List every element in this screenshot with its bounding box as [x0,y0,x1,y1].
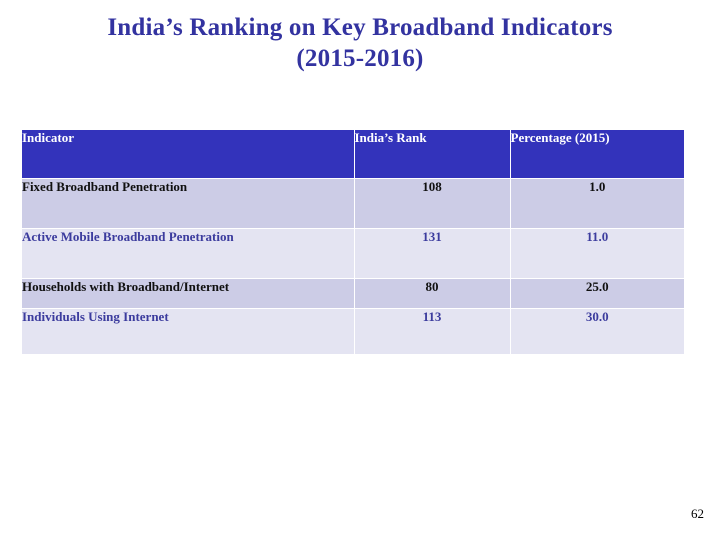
cell-percentage: 25.0 [510,278,684,309]
cell-indicator: Active Mobile Broadband Penetration [22,228,355,279]
table-row: Fixed Broadband Penetration 108 1.0 [22,178,684,229]
table-row: Households with Broadband/Internet 80 25… [22,278,684,309]
cell-percentage: 30.0 [510,308,684,355]
cell-indicator: Households with Broadband/Internet [22,278,355,309]
cell-rank: 113 [354,308,511,355]
cell-rank: 108 [354,178,511,229]
cell-indicator: Fixed Broadband Penetration [22,178,355,229]
cell-indicator: Individuals Using Internet [22,308,355,355]
table-body: Fixed Broadband Penetration 108 1.0 Acti… [22,178,684,355]
column-header-percentage: Percentage (2015) [510,130,684,179]
page-number: 62 [691,506,704,521]
page-title-line-2: (2015-2016) [296,45,424,72]
broadband-indicators-table: Indicator India’s Rank Percentage (2015)… [22,130,684,355]
cell-percentage: 11.0 [510,228,684,279]
cell-rank: 131 [354,228,511,279]
page-title: India’s Ranking on Key Broadband Indicat… [0,12,720,74]
column-header-indicator: Indicator [22,130,355,179]
cell-rank: 80 [354,278,511,309]
table-row: Active Mobile Broadband Penetration 131 … [22,228,684,279]
table-header: Indicator India’s Rank Percentage (2015) [22,130,684,179]
column-header-rank: India’s Rank [354,130,511,179]
table-header-row: Indicator India’s Rank Percentage (2015) [22,130,684,179]
page-title-line-1: India’s Ranking on Key Broadband Indicat… [107,14,613,41]
cell-percentage: 1.0 [510,178,684,229]
table-row: Individuals Using Internet 113 30.0 [22,308,684,355]
